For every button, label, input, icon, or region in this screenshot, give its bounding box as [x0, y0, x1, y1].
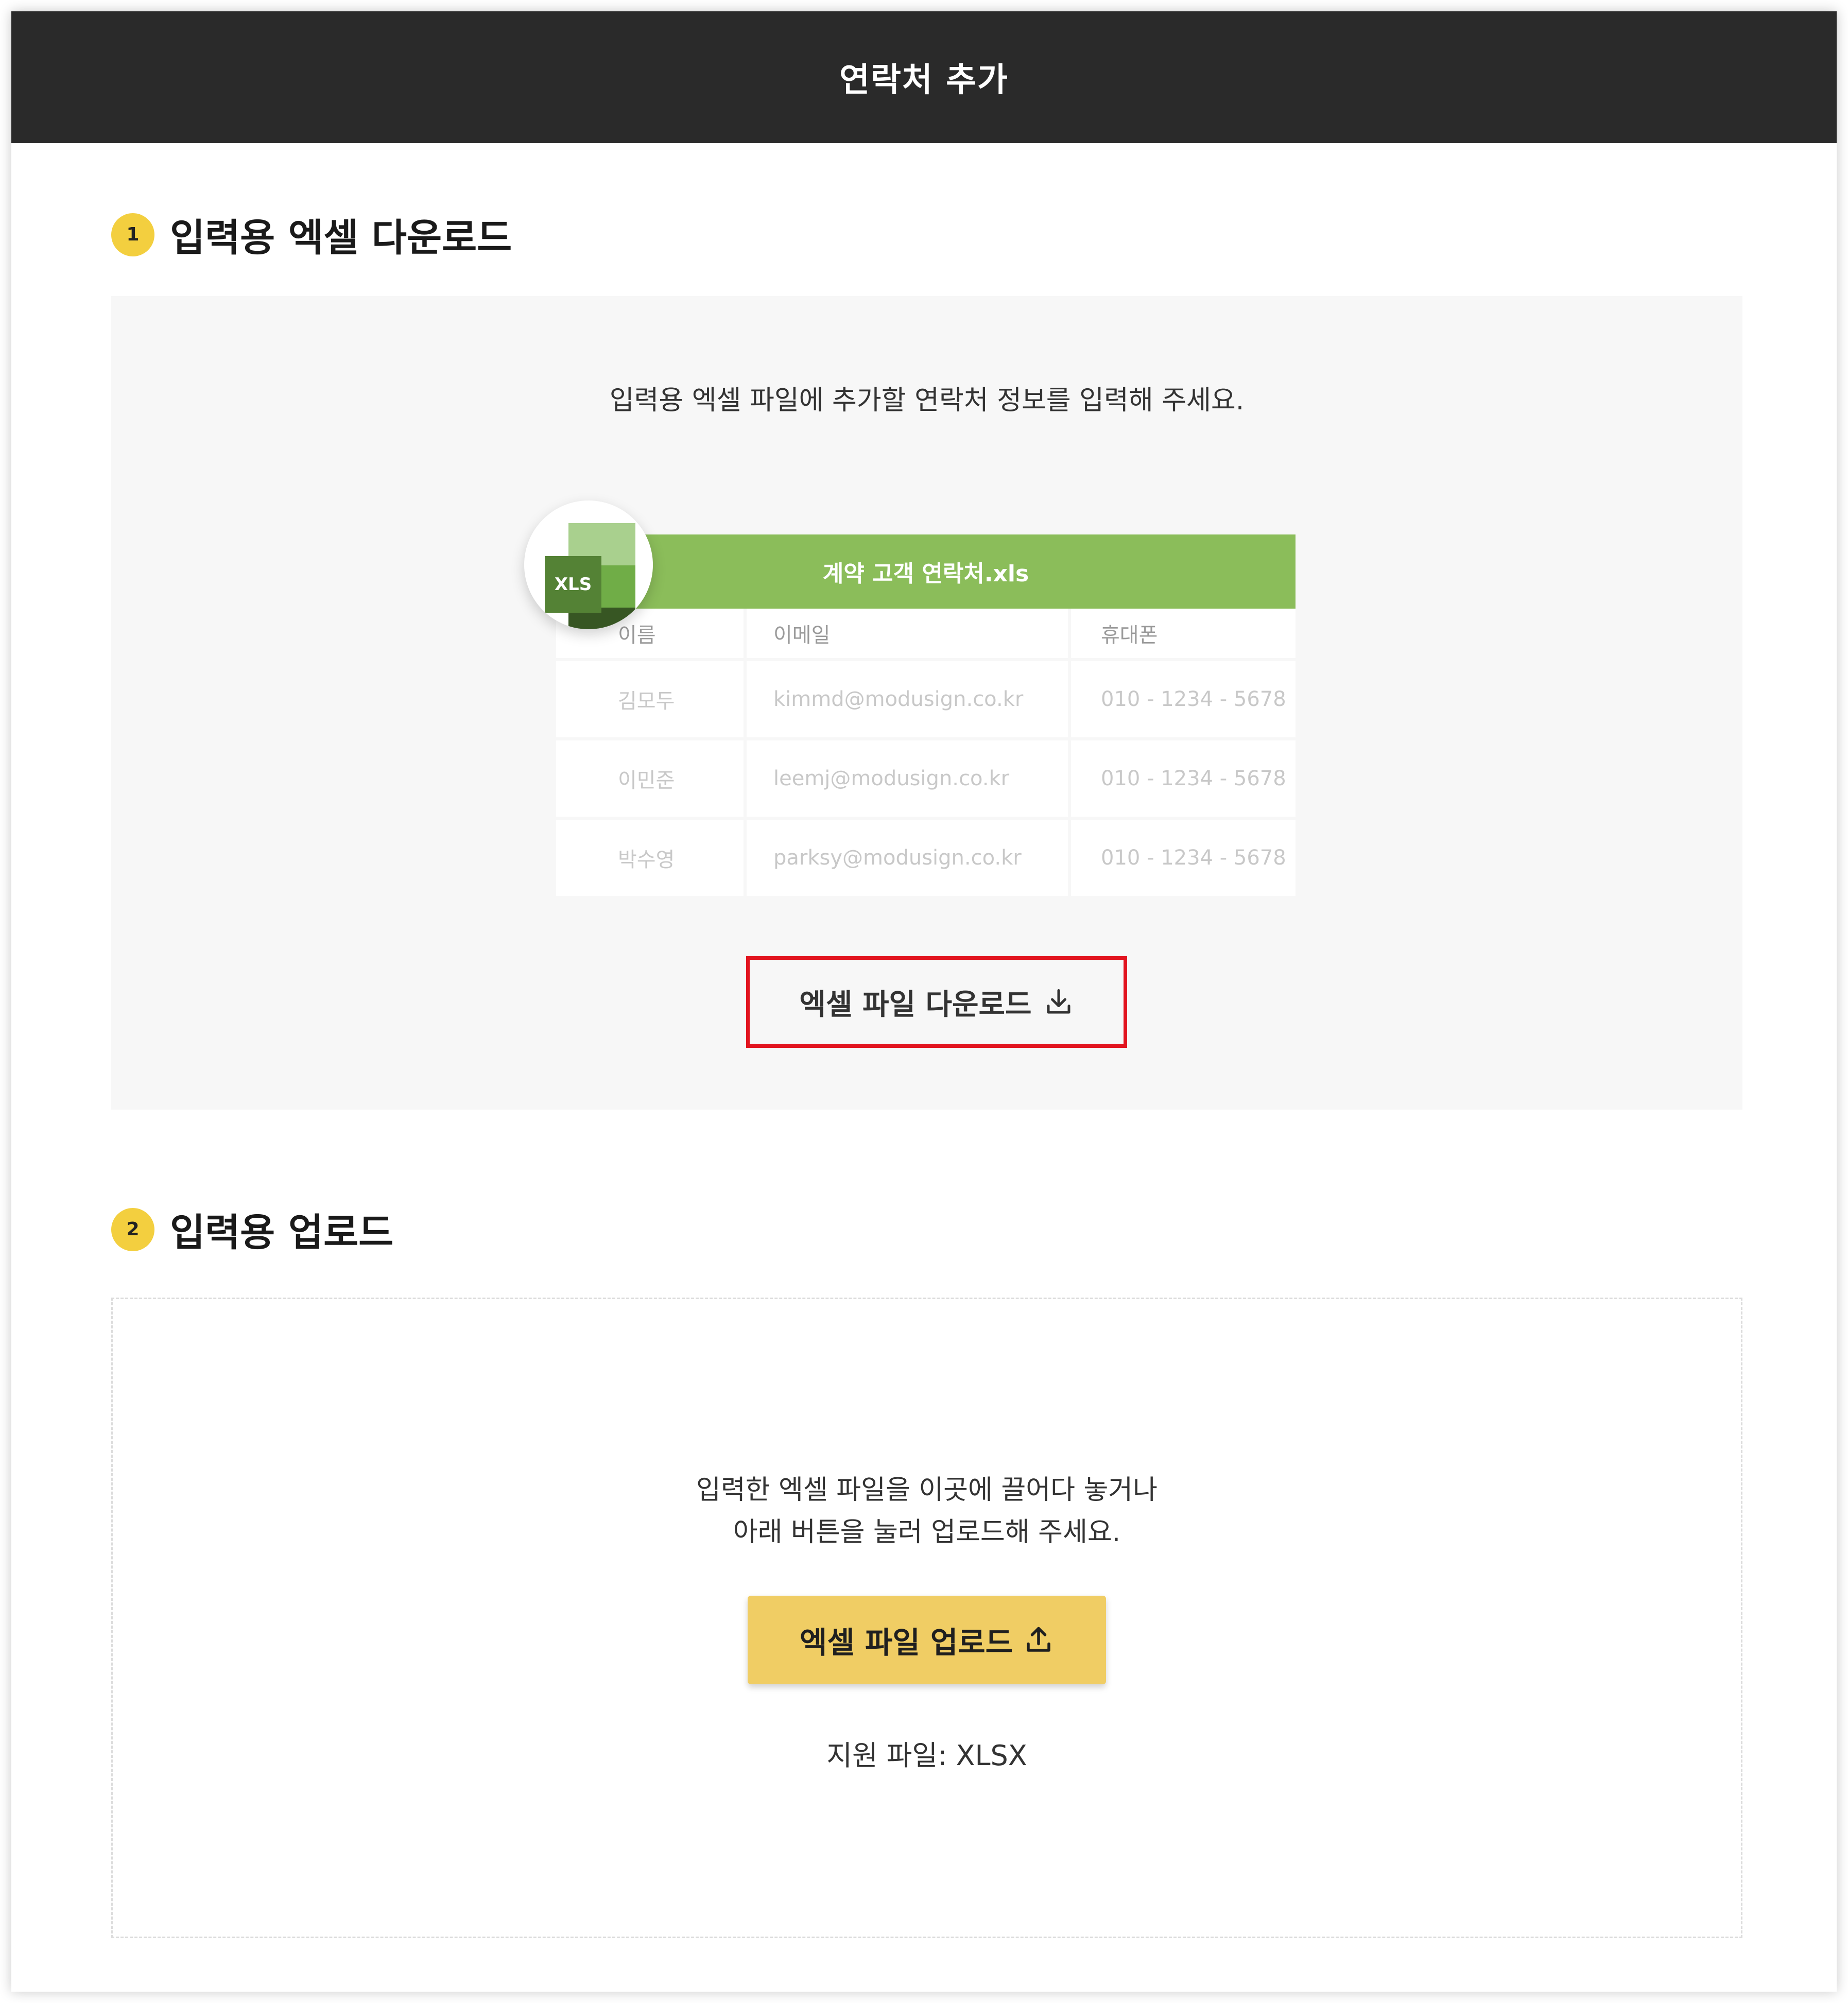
section-download-heading: 1 입력용 엑셀 다운로드 [111, 207, 512, 262]
excel-preview-table: 이름 이메일 휴대폰 김모두 kimmd@modusign.co.kr 010 … [556, 609, 1296, 896]
excel-download-button[interactable]: 엑셀 파일 다운로드 [746, 956, 1127, 1048]
cell-phone: 010 - 1234 - 5678 [1101, 767, 1286, 790]
excel-preview-header: 계약 고객 연락처.xls [556, 534, 1296, 609]
modal-header: 연락처 추가 [11, 11, 1837, 143]
download-description: 입력용 엑셀 파일에 추가할 연락처 정보를 입력해 주세요. [609, 385, 1245, 416]
upload-description: 입력한 엑셀 파일을 이곳에 끌어다 놓거나 아래 버튼을 눌러 업로드해 주세… [113, 1469, 1741, 1553]
download-icon [1043, 987, 1074, 1017]
cell-name: 김모두 [556, 661, 747, 737]
modal-title: 연락처 추가 [839, 61, 1009, 99]
cell-phone: 010 - 1234 - 5678 [1101, 846, 1286, 870]
upload-icon [1023, 1625, 1054, 1655]
excel-filename: 계약 고객 연락처.xls [822, 561, 1029, 587]
upload-description-line1: 입력한 엑셀 파일을 이곳에 끌어다 놓거나 [696, 1475, 1158, 1506]
table-row: 김모두 kimmd@modusign.co.kr 010 - 1234 - 56… [556, 661, 1296, 737]
excel-preview: 계약 고객 연락처.xls 이름 이메일 휴대폰 김모두 kimmd@modus… [556, 534, 1296, 905]
excel-upload-label: 엑셀 파일 업로드 [800, 1625, 1013, 1660]
excel-app-icon: XLS [524, 500, 653, 629]
modal-window: 연락처 추가 1 입력용 엑셀 다운로드 입력용 엑셀 파일에 추가할 연락처 … [11, 11, 1837, 1992]
column-header-phone: 휴대폰 [1101, 624, 1158, 647]
section-download-title: 입력용 엑셀 다운로드 [170, 216, 512, 260]
cell-name: 박수영 [556, 820, 747, 896]
column-header-email: 이메일 [747, 609, 1071, 658]
excel-header-row: 이름 이메일 휴대폰 [556, 609, 1296, 658]
upload-description-line2: 아래 버튼을 눌러 업로드해 주세요. [733, 1517, 1121, 1548]
excel-upload-button[interactable]: 엑셀 파일 업로드 [748, 1596, 1106, 1684]
cell-name: 이민준 [556, 740, 747, 817]
section-upload-title: 입력용 업로드 [170, 1211, 394, 1255]
table-row: 이민준 leemj@modusign.co.kr 010 - 1234 - 56… [556, 740, 1296, 817]
cell-email: kimmd@modusign.co.kr [747, 661, 1071, 737]
cell-phone: 010 - 1234 - 5678 [1101, 687, 1286, 711]
step-badge-2: 2 [111, 1207, 154, 1251]
table-row: 박수영 parksy@modusign.co.kr 010 - 1234 - 5… [556, 820, 1296, 896]
cell-email: parksy@modusign.co.kr [747, 820, 1071, 896]
supported-file-types: 지원 파일: XLSX [826, 1739, 1027, 1772]
excel-download-label: 엑셀 파일 다운로드 [799, 988, 1032, 1022]
upload-dropzone[interactable]: 입력한 엑셀 파일을 이곳에 끌어다 놓거나 아래 버튼을 눌러 업로드해 주세… [111, 1298, 1742, 1938]
section-upload-heading: 2 입력용 업로드 [111, 1202, 393, 1257]
cell-email: leemj@modusign.co.kr [747, 740, 1071, 817]
download-panel: 입력용 엑셀 파일에 추가할 연락처 정보를 입력해 주세요. 계약 고객 연락… [111, 296, 1742, 1110]
xls-label: XLS [545, 556, 601, 613]
step-badge-1: 1 [111, 213, 154, 256]
